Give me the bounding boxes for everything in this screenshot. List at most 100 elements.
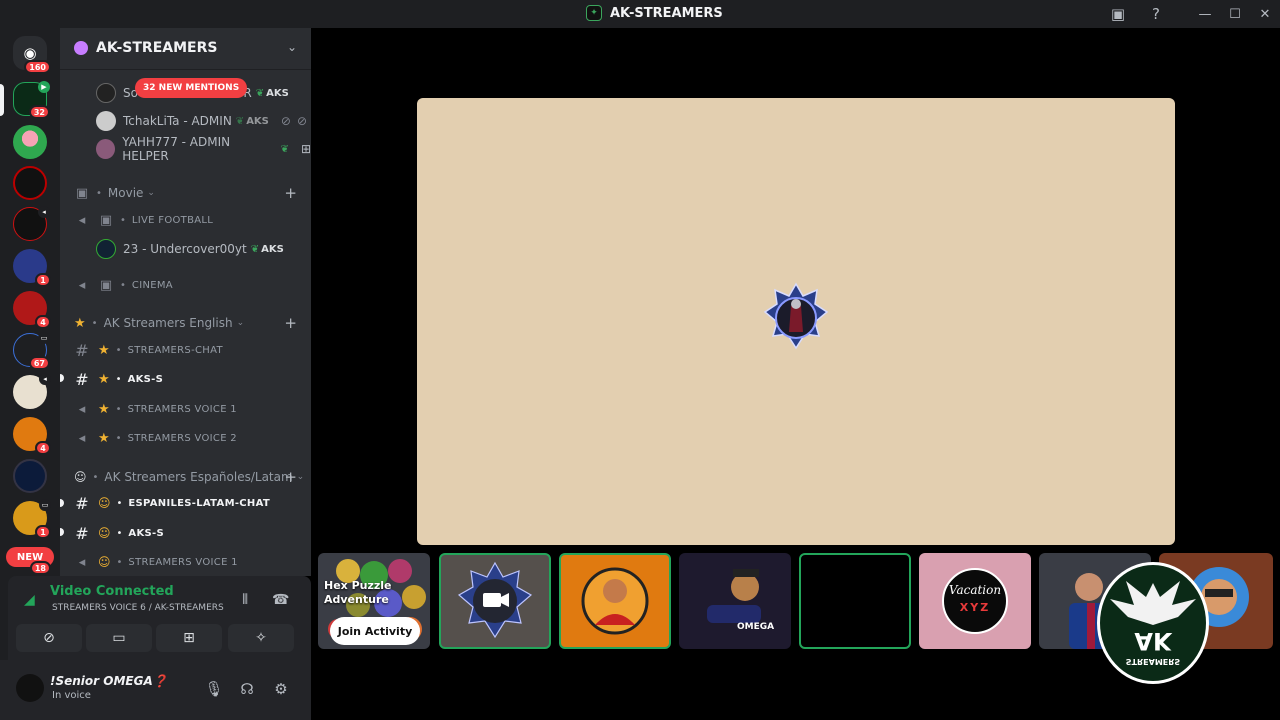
channel-streamers-voice-1[interactable]: ◂ ★ • STREAMERS VOICE 1 [60,396,311,422]
server-icon-9[interactable]: 4 [13,417,51,455]
separator-dot: • [91,317,98,329]
separator-dot: • [120,214,126,226]
participant-tile-vacation[interactable]: Vacation XYZ [919,553,1031,649]
server-icon-7[interactable]: ▭ 67 [13,332,50,370]
username[interactable]: !Senior OMEGA❓ [50,674,168,688]
avatar[interactable] [16,674,44,702]
server-boost-icon [74,41,88,55]
server-badge: 4 [35,315,51,329]
leaf-icon: ❦ [235,115,245,127]
voice-connection-panel: ◢ Video Connected STREAMERS VOICE 6 / AK… [8,576,311,660]
channel-aks-s[interactable]: # ★ • AKS-S [60,366,311,392]
close-button[interactable]: ✕ [1250,0,1280,28]
server-icon-8[interactable]: ◂ [13,373,51,409]
separator-dot: • [96,187,102,199]
gamepad-icon: ⊞ [183,630,195,646]
activity-button[interactable]: ⊞ [156,624,222,652]
server-icon-2[interactable] [13,125,47,159]
channel-streamers-voice-1b[interactable]: ◂ ☺ • STREAMERS VOICE 1 [60,549,311,575]
user-status: In voice [52,690,91,701]
hashtag-icon: # [75,369,89,389]
participant-tile-omega[interactable]: OMEGA [679,553,791,649]
channel-name: LIVE FOOTBALL [131,214,214,226]
help-icon[interactable]: ? [1146,4,1166,24]
signal-icon[interactable]: ◢ [24,592,35,608]
voice-user[interactable]: YAHH777 - ADMIN HELPER ❦ ⊞ [60,135,311,163]
server-icon-ak[interactable]: ▶ 32 [13,81,50,119]
channel-streamers-chat[interactable]: # ★ • STREAMERS-CHAT [60,337,311,363]
maximize-button[interactable]: ☐ [1220,0,1250,28]
screen-share-view[interactable] [417,98,1175,545]
activity-tile[interactable]: Hex Puzzle Adventure Join Activity [318,553,430,649]
camera-off-button[interactable]: ⊘ [16,624,82,652]
minimize-button[interactable]: — [1190,0,1220,28]
leaf-icon: ❦ [280,143,289,155]
headphones-button[interactable]: ☊ [236,678,258,700]
guild-tag: ❦ AKS [251,244,284,255]
deafened-icon: ⊘ [296,114,308,128]
guild-tag-text: AKS [261,243,284,255]
microphone-button[interactable]: 🎙 [203,678,225,700]
speaker-icon: ◂ [78,277,86,293]
category-name: AK Streamers English [103,316,233,330]
category-spanish[interactable]: ☺ • AK Streamers Españoles/Latam ⌄ + [60,464,311,490]
guild-tag: ❦ AKS [236,116,269,127]
create-channel-icon[interactable]: + [284,468,297,486]
server-header[interactable]: AK-STREAMERS ⌄ [60,28,311,70]
join-activity-button[interactable]: Join Activity [330,617,420,645]
server-icon-6[interactable]: 4 [13,291,51,329]
avatar [96,111,116,131]
speaker-icon: ◂ [78,401,86,417]
speaker-icon: ◂ [39,373,51,385]
new-mentions-pill[interactable]: 32 NEW MENTIONS [135,78,248,98]
participant-tile-dark[interactable] [799,553,911,649]
voice-status[interactable]: Video Connected [50,584,174,599]
disconnect-icon[interactable]: ☎ [272,592,289,608]
channel-cinema[interactable]: ◂ ▣ • CINEMA [60,272,311,298]
server-icon-4[interactable]: ◂ [13,206,50,241]
separator-dot: • [116,497,123,509]
channel-streamers-voice-2[interactable]: ◂ ★ • STREAMERS VOICE 2 [60,425,311,451]
server-icon-5[interactable]: 1 [13,249,51,287]
voice-user[interactable]: TchakLiTa - ADMIN ❦ AKS ⊘ ⊘ [60,108,311,134]
direct-messages-button[interactable]: ◉ 160 [13,36,51,74]
screen-share-button[interactable]: ▭ [86,624,152,652]
inbox-icon[interactable]: ▣ [1108,4,1128,24]
category-english[interactable]: ★ • AK Streamers English ⌄ + [60,310,311,336]
window-title: AK-STREAMERS [610,5,723,21]
gear-icon: ⚙ [274,680,288,698]
separator-dot: • [115,432,122,444]
category-movie[interactable]: ▣ • Movie ⌄ + [60,180,311,206]
server-logo-icon: ✦ [586,5,602,21]
channel-aks-s-2[interactable]: # ☺ • AKS-S [60,520,311,546]
screen-icon: ▭ [39,499,51,511]
server-icon-10[interactable] [13,459,47,493]
voice-user-name: TchakLiTa - ADMIN [123,114,232,128]
server-badge: 4 [35,441,51,455]
phoenix-icon [1110,581,1196,625]
separator-dot: • [92,471,99,483]
category-name: Movie [107,186,144,200]
server-icon-12[interactable]: 18 [13,547,51,575]
soundboard-button[interactable]: ✧ [228,624,294,652]
noise-suppression-icon[interactable]: ⦀ [242,592,248,608]
hashtag-icon: # [75,340,89,360]
chevron-down-icon: ⌄ [286,40,297,54]
channel-espaniles-latam-chat[interactable]: # ☺ • ESPANILES-LATAM-CHAT [60,490,311,516]
participant-tile-orange[interactable] [559,553,671,649]
voice-location[interactable]: STREAMERS VOICE 6 / AK-STREAMERS [52,603,224,613]
create-channel-icon[interactable]: + [284,314,297,332]
server-badge: 1 [35,273,51,287]
participant-tile-camera[interactable] [439,553,551,649]
star-icon: ★ [98,401,110,417]
server-icon-3[interactable] [13,166,47,200]
channel-name: STREAMERS VOICE 2 [127,432,237,444]
guild-tag: ❦ AKS [256,88,289,99]
settings-button[interactable]: ⚙ [270,678,292,700]
create-channel-icon[interactable]: + [284,184,297,202]
separator-dot: • [115,344,122,356]
selected-server-pill [0,84,4,116]
voice-user[interactable]: 23 - Undercover00yt ❦ AKS [60,236,311,262]
channel-live-football[interactable]: ◂ ▣ • LIVE FOOTBALL [60,207,311,233]
server-icon-11[interactable]: ▭ 1 [13,499,51,539]
